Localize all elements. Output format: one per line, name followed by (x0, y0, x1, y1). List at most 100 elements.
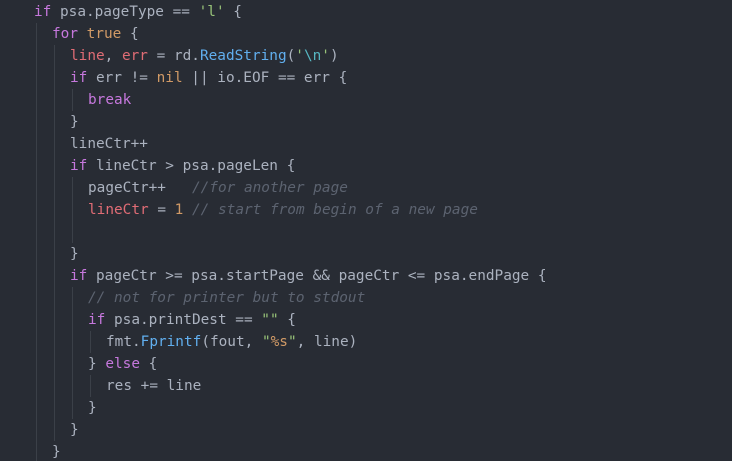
code-line[interactable]: lineCtr = 1 // start from begin of a new… (0, 199, 732, 221)
code-token-keyword: if (34, 4, 52, 20)
code-token-plain: psa.printDest == (105, 312, 262, 328)
code-token-comment: // start from begin of a new page (192, 202, 478, 218)
code-token-plain: fmt. (106, 334, 141, 350)
code-line-content: if psa.pageType == 'l' { (34, 1, 242, 23)
code-line[interactable]: if psa.printDest == "" { (0, 309, 732, 331)
code-line[interactable]: break (0, 89, 732, 111)
indent-guide (54, 397, 55, 419)
code-line-content: pageCtr++ //for another page (88, 177, 348, 199)
indent-guide (72, 331, 73, 353)
code-token-plain: psa.pageType == (51, 4, 199, 20)
indent-guide (36, 353, 37, 375)
code-line[interactable]: if psa.pageType == 'l' { (0, 1, 732, 23)
code-token-string: ' (295, 48, 304, 64)
indent-guide (36, 89, 37, 111)
indent-guide (54, 243, 55, 265)
indent-guide (36, 155, 37, 177)
indent-guide (36, 177, 37, 199)
code-line-content: line, err = rd.ReadString('\n') (70, 45, 339, 67)
indent-guide (36, 243, 37, 265)
indent-guide (36, 265, 37, 287)
code-token-plain: , line) (296, 334, 358, 350)
code-token-plain: pageCtr >= psa.startPage && pageCtr <= p… (87, 268, 547, 284)
code-token-plain: } (70, 114, 79, 130)
code-line[interactable]: } (0, 419, 732, 441)
code-line[interactable]: pageCtr++ //for another page (0, 177, 732, 199)
code-editor[interactable]: if psa.pageType == 'l' {for true {line, … (0, 0, 732, 461)
indent-guide (72, 375, 73, 397)
code-line[interactable]: fmt.Fprintf(fout, "%s", line) (0, 331, 732, 353)
indent-guide (36, 331, 37, 353)
code-line[interactable]: } (0, 111, 732, 133)
code-line[interactable]: lineCtr++ (0, 133, 732, 155)
indent-guide (54, 89, 55, 111)
code-token-plain: { (139, 356, 158, 372)
code-token-comment: // not for printer but to stdout (88, 290, 366, 306)
code-line[interactable]: } else { (0, 353, 732, 375)
code-token-plain: (fout, (201, 334, 262, 350)
code-token-string: " (287, 334, 297, 350)
code-token-plain: } (88, 400, 97, 416)
code-token-variable: lineCtr (88, 202, 149, 218)
code-line[interactable]: // not for printer but to stdout (0, 287, 732, 309)
code-line[interactable]: if err != nil || io.EOF == err { (0, 67, 732, 89)
code-token-variable: err (121, 48, 148, 64)
indent-guide (36, 419, 37, 441)
code-line[interactable]: if lineCtr > psa.pageLen { (0, 155, 732, 177)
code-line-content: break (88, 89, 131, 111)
indent-guide (72, 353, 73, 375)
code-line-content: if lineCtr > psa.pageLen { (70, 155, 295, 177)
code-line-content: if pageCtr >= psa.startPage && pageCtr <… (70, 265, 547, 287)
code-token-function: Fprintf (140, 334, 202, 350)
code-token-plain: = rd. (147, 48, 200, 64)
code-line[interactable]: for true { (0, 23, 732, 45)
code-token-string: ' (321, 48, 330, 64)
indent-guide (72, 199, 73, 221)
code-line[interactable]: } (0, 397, 732, 419)
indent-guide (54, 419, 55, 441)
code-token-keyword: if (70, 158, 88, 174)
indent-guide (72, 309, 73, 331)
code-line-content: fmt.Fprintf(fout, "%s", line) (106, 331, 357, 353)
indent-guide (36, 23, 37, 45)
code-line[interactable]: } (0, 243, 732, 265)
code-token-plain: || io.EOF == err { (182, 70, 348, 86)
code-line-content: } else { (88, 353, 157, 375)
code-token-keyword: for (52, 26, 78, 42)
indent-guide (36, 287, 37, 309)
code-line[interactable]: line, err = rd.ReadString('\n') (0, 45, 732, 67)
code-line[interactable]: } (0, 441, 732, 461)
code-token-string: 'l' (198, 4, 225, 20)
indent-guide (36, 67, 37, 89)
code-token-plain: ( (286, 48, 296, 64)
indent-guide (54, 375, 55, 397)
indent-guide (36, 375, 37, 397)
code-token-plain: lineCtr > psa.pageLen { (87, 158, 296, 174)
code-token-variable: line (70, 48, 105, 64)
code-token-plain: { (224, 4, 242, 20)
code-token-plain: ) (329, 48, 339, 64)
indent-guide (72, 287, 73, 309)
indent-guide (54, 287, 55, 309)
code-line-content: } (88, 397, 97, 419)
indent-guide (54, 309, 55, 331)
code-line-content: res += line (106, 375, 201, 397)
indent-guide (54, 177, 55, 199)
code-line[interactable] (0, 221, 732, 243)
code-token-function: ReadString (199, 48, 287, 64)
indent-guide (36, 221, 37, 243)
code-line-content: lineCtr++ (70, 133, 148, 155)
indent-guide (54, 45, 55, 67)
indent-guide (90, 375, 91, 397)
code-line[interactable]: res += line (0, 375, 732, 397)
code-line[interactable]: if pageCtr >= psa.startPage && pageCtr <… (0, 265, 732, 287)
code-token-plain: } (88, 356, 106, 372)
code-token-escape: \n (303, 48, 322, 64)
code-token-keyword: if (70, 268, 88, 284)
indent-guide (54, 111, 55, 133)
code-token-number: nil (156, 70, 183, 86)
indent-guide (54, 133, 55, 155)
code-line-content: for true { (52, 23, 139, 45)
code-line-content: if psa.printDest == "" { (88, 309, 296, 331)
